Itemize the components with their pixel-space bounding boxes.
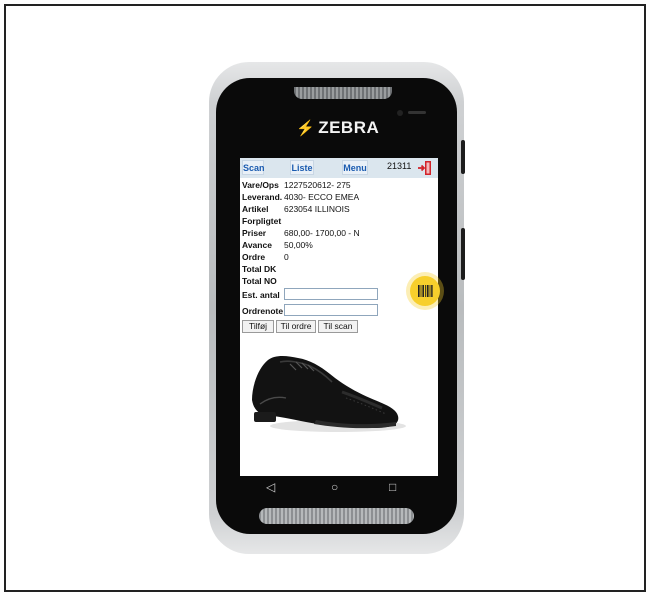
- recents-nav-icon[interactable]: □: [389, 479, 396, 495]
- ordrenote-label: Ordrenote: [242, 306, 284, 316]
- detail-value: 1227520612- 275: [284, 180, 351, 190]
- detail-label: Ordre: [242, 252, 266, 262]
- device-front-panel: ⚡ ZEBRA Scan Liste Menu 21311 Vare/Ops 122…: [216, 78, 457, 534]
- to-order-button[interactable]: Til ordre: [276, 320, 316, 333]
- detail-label: Artikel: [242, 204, 269, 214]
- detail-label: Priser: [242, 228, 267, 238]
- product-shoe-image: [252, 356, 406, 432]
- scan-fab-button[interactable]: [410, 276, 440, 306]
- detail-value: 4030- ECCO EMEA: [284, 192, 360, 202]
- side-button-lower[interactable]: [461, 228, 465, 280]
- est-antal-label: Est. antal: [242, 290, 280, 300]
- detail-row-leverandoer: Leverand. 4030- ECCO EMEA: [242, 192, 359, 202]
- detail-row-priser: Priser 680,00- 1700,00 - N: [242, 228, 360, 238]
- detail-row-vare-ops: Vare/Ops 1227520612- 275: [242, 180, 351, 190]
- detail-row-avance: Avance 50,00%: [242, 240, 313, 250]
- side-button-upper[interactable]: [461, 140, 465, 174]
- ordrenote-input[interactable]: [284, 304, 378, 316]
- item-counter: 21311: [387, 161, 412, 171]
- proximity-sensor: [408, 111, 426, 114]
- detail-value: 50,00%: [284, 240, 313, 250]
- home-nav-icon[interactable]: ○: [331, 479, 338, 495]
- menu-button[interactable]: Menu: [342, 160, 368, 175]
- detail-label: Avance: [242, 240, 272, 250]
- detail-label: Leverand.: [242, 192, 283, 202]
- add-button[interactable]: Tilføj: [242, 320, 274, 333]
- app-toolbar: Scan Liste Menu 21311: [240, 158, 438, 178]
- list-button[interactable]: Liste: [290, 160, 314, 175]
- detail-row-total-no: Total NO: [242, 276, 284, 286]
- est-antal-input[interactable]: [284, 288, 378, 300]
- top-speaker-grille: [294, 87, 392, 99]
- zebra-device: ⚡ ZEBRA Scan Liste Menu 21311 Vare/Ops 122…: [209, 62, 465, 554]
- back-nav-icon[interactable]: ◁: [266, 479, 275, 495]
- detail-label: Forpligtet: [242, 216, 282, 226]
- image-frame: ⚡ ZEBRA Scan Liste Menu 21311 Vare/Ops 122…: [4, 4, 646, 592]
- detail-value: 623054 ILLINOIS: [284, 204, 350, 214]
- exit-door-icon[interactable]: [417, 160, 433, 176]
- detail-row-total-dk: Total DK: [242, 264, 284, 274]
- detail-label: Total NO: [242, 276, 277, 286]
- brand-name: ZEBRA: [318, 118, 380, 137]
- zebra-logo-icon: ⚡: [296, 120, 316, 137]
- scan-button[interactable]: Scan: [242, 160, 265, 175]
- detail-value: 680,00- 1700,00 - N: [284, 228, 360, 238]
- system-nav-bar: ◁ ○ □: [234, 476, 444, 500]
- barcode-icon: [418, 285, 433, 297]
- detail-row-ordre: Ordre 0: [242, 252, 289, 262]
- device-screen: Scan Liste Menu 21311 Vare/Ops 1227520612…: [240, 158, 438, 476]
- to-scan-button[interactable]: Til scan: [318, 320, 358, 333]
- detail-label: Vare/Ops: [242, 180, 279, 190]
- detail-row-artikel: Artikel 623054 ILLINOIS: [242, 204, 350, 214]
- front-camera: [397, 110, 403, 116]
- detail-value: 0: [284, 252, 289, 262]
- bottom-speaker-grille: [259, 508, 414, 524]
- detail-label: Total DK: [242, 264, 277, 274]
- detail-row-forpligtet: Forpligtet: [242, 216, 284, 226]
- brand-logo: ⚡ ZEBRA: [296, 118, 379, 138]
